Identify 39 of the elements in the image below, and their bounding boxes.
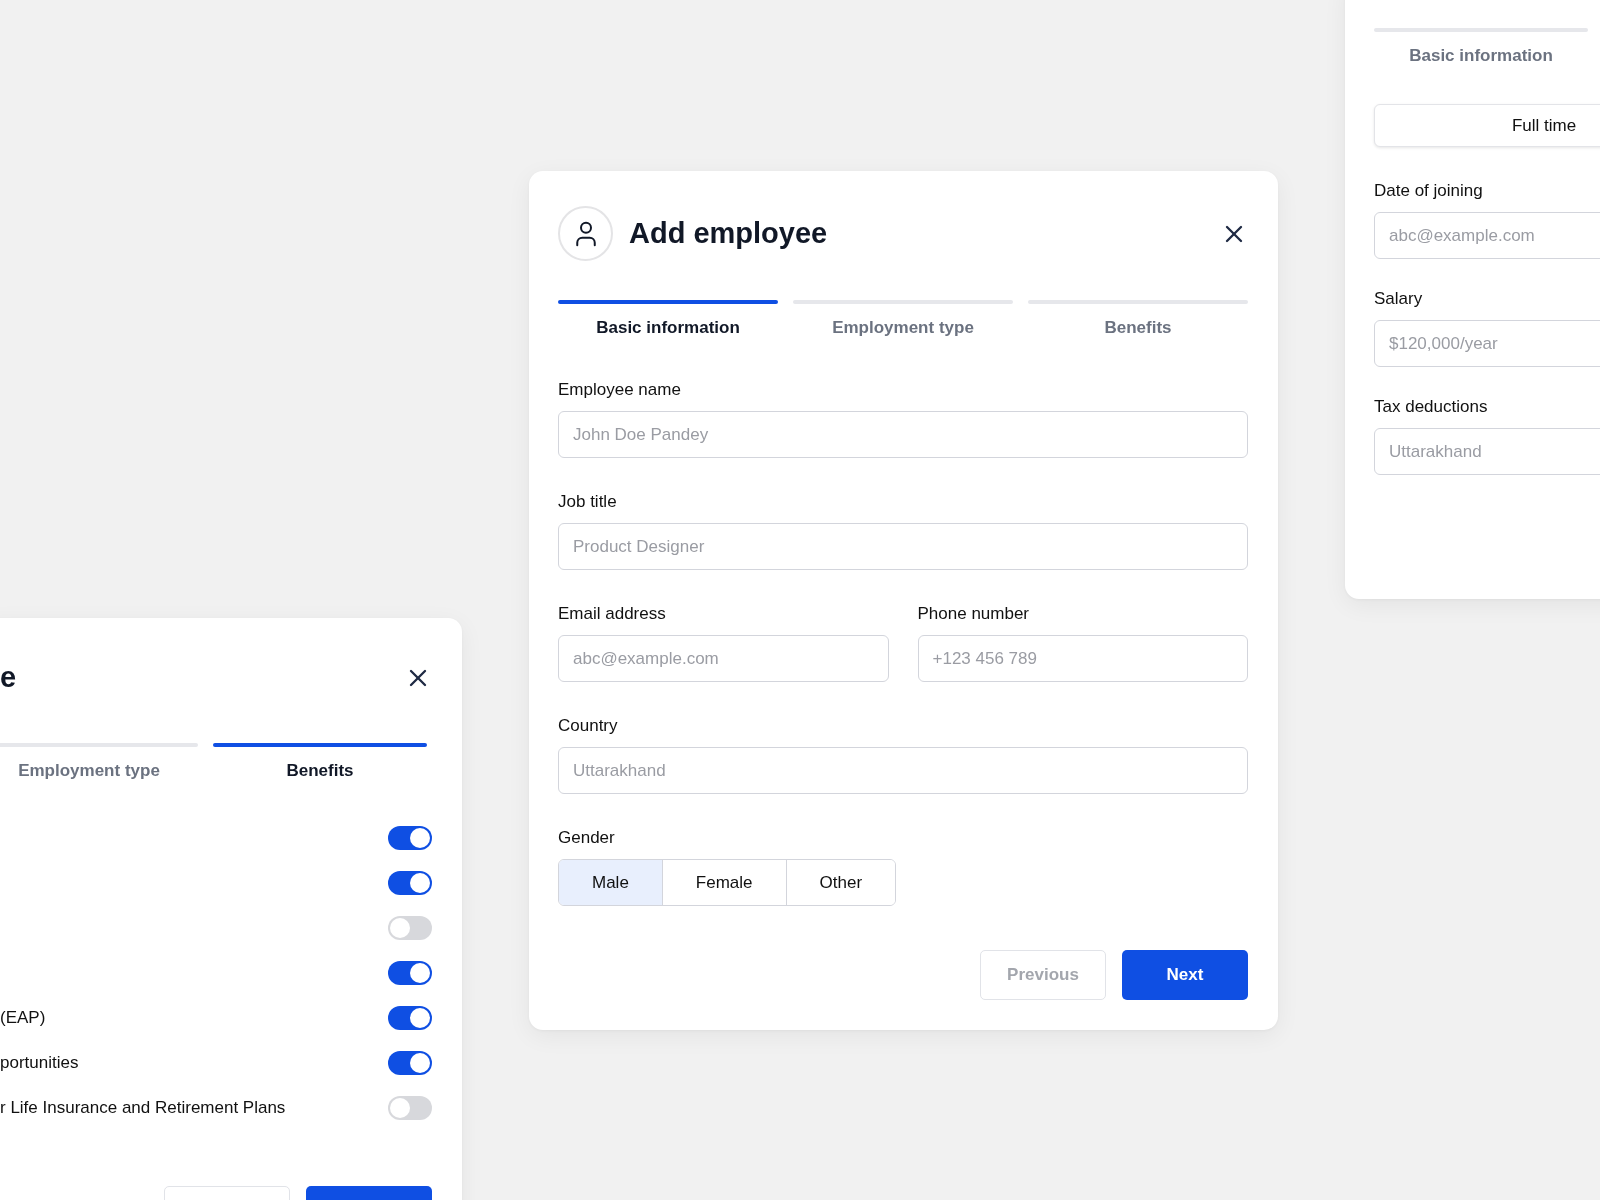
input-field[interactable]: Uttarakhand bbox=[558, 747, 1248, 794]
input-field[interactable]: $120,000/year bbox=[1374, 320, 1600, 367]
input-field[interactable]: +123 456 789 bbox=[917, 635, 1248, 682]
field-label: Salary bbox=[1374, 289, 1424, 309]
input-field[interactable]: abc@example.com bbox=[558, 635, 889, 682]
input-field[interactable]: John Doe Pandey bbox=[558, 411, 1248, 458]
toggle-switch[interactable] bbox=[388, 870, 432, 895]
step-tab[interactable]: Employment type bbox=[793, 300, 1013, 338]
gender-option[interactable]: Male bbox=[559, 860, 662, 905]
input-field[interactable]: Product Designer bbox=[558, 523, 1248, 570]
input-field[interactable]: abc@example.com bbox=[1374, 212, 1600, 259]
field-label: Country bbox=[558, 716, 619, 736]
field-label: Gender bbox=[558, 828, 616, 848]
toggle-switch[interactable] bbox=[388, 960, 432, 985]
toggle-switch[interactable] bbox=[388, 1095, 432, 1120]
input-field[interactable]: Uttarakhand bbox=[1374, 428, 1600, 475]
field-label: Job title bbox=[558, 492, 618, 512]
gender-option[interactable]: Other bbox=[785, 860, 896, 905]
benefit-label: (EAP) bbox=[0, 1007, 46, 1028]
toggle-switch[interactable] bbox=[388, 1005, 432, 1030]
step-tab[interactable]: Benefits bbox=[213, 743, 427, 781]
benefit-label: portunities bbox=[0, 1052, 79, 1073]
next-button[interactable]: Next bbox=[1122, 950, 1248, 1000]
employment-option[interactable]: Full time bbox=[1374, 104, 1600, 147]
step-tab[interactable]: Basic information bbox=[1374, 28, 1588, 66]
step-tab[interactable]: Benefits bbox=[1028, 300, 1248, 338]
field-label: Employee name bbox=[558, 380, 682, 400]
toggle-switch[interactable] bbox=[388, 825, 432, 850]
toggle-switch[interactable] bbox=[388, 915, 432, 940]
dialog-title: e bbox=[0, 661, 18, 694]
field-label: Date of joining bbox=[1374, 181, 1484, 201]
step-tab[interactable]: Basic information bbox=[558, 300, 778, 338]
field-label: Tax deductions bbox=[1374, 397, 1489, 417]
avatar-user-icon bbox=[558, 206, 613, 261]
toggle-switch[interactable] bbox=[388, 1050, 432, 1075]
field-label: Email address bbox=[558, 604, 667, 624]
dialog-title: Add employee bbox=[629, 217, 829, 250]
benefit-label: r Life Insurance and Retirement Plans bbox=[0, 1097, 286, 1118]
field-label: Phone number bbox=[917, 604, 1031, 624]
